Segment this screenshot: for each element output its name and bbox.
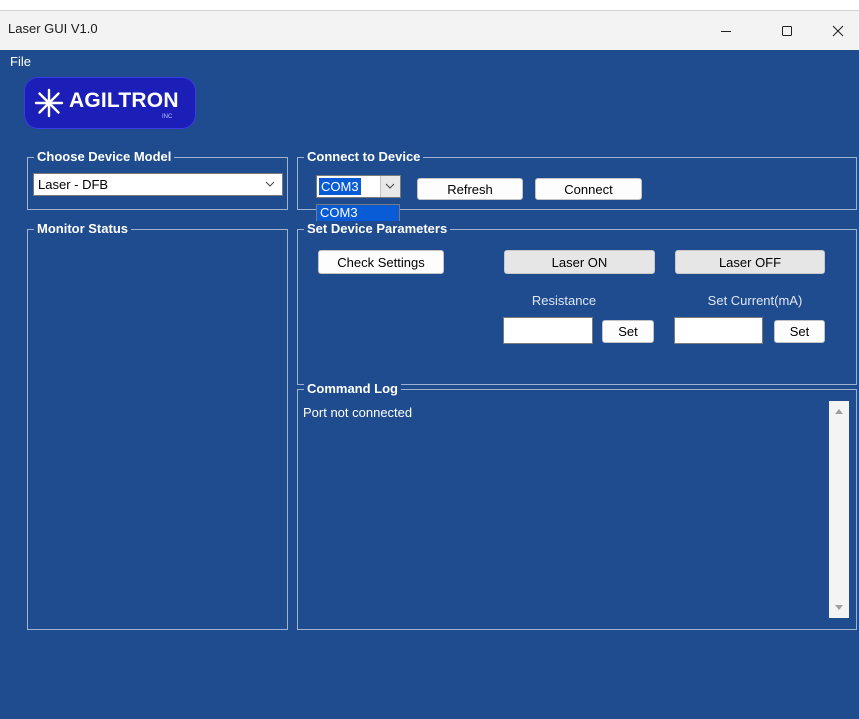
chevron-down-icon (265, 181, 275, 187)
connect-label: Connect to Device (304, 149, 424, 165)
port-option[interactable]: COM3 (317, 205, 399, 221)
port-select[interactable]: COM3 (316, 175, 401, 198)
resistance-label: Resistance (531, 293, 597, 308)
window-title: Laser GUI V1.0 (8, 21, 98, 36)
port-dropdown-button[interactable] (380, 176, 400, 197)
star-burst-icon (34, 88, 64, 118)
agiltron-logo: AGILTRON INC (24, 77, 196, 129)
device-model-select[interactable]: Laser - DFB (33, 173, 283, 196)
command-log-scrollbar[interactable] (829, 401, 849, 618)
laser-on-button[interactable]: Laser ON (504, 250, 655, 274)
current-label: Set Current(mA) (707, 293, 803, 308)
close-icon (832, 25, 844, 36)
check-settings-button[interactable]: Check Settings (318, 250, 444, 274)
menu-bar: File (0, 49, 859, 71)
connect-button[interactable]: Connect (535, 178, 642, 200)
title-bar: Laser GUI V1.0 (0, 10, 859, 50)
chevron-down-icon (385, 183, 395, 189)
maximize-icon (782, 25, 792, 36)
scroll-up-arrow-icon[interactable] (834, 407, 844, 415)
minimize-icon (721, 30, 731, 32)
monitor-status-group: Monitor Status (27, 221, 288, 630)
device-parameters-label: Set Device Parameters (304, 221, 451, 237)
close-button[interactable] (815, 11, 859, 50)
command-log-group: Command Log (297, 381, 857, 630)
device-model-label: Choose Device Model (34, 149, 175, 165)
monitor-status-label: Monitor Status (34, 221, 131, 237)
current-set-button[interactable]: Set (774, 320, 825, 343)
port-dropdown-list: COM3 (316, 204, 400, 222)
device-model-value: Laser - DFB (38, 177, 109, 192)
current-input[interactable] (674, 317, 763, 344)
logo-subtext: INC (162, 114, 173, 120)
menu-file[interactable]: File (10, 54, 31, 69)
command-log-text: Port not connected (303, 405, 413, 420)
maximize-button[interactable] (764, 11, 810, 50)
minimize-button[interactable] (703, 11, 749, 50)
resistance-set-button[interactable]: Set (602, 320, 654, 343)
logo-text: AGILTRON (69, 89, 179, 112)
scroll-down-arrow-icon[interactable] (834, 604, 844, 612)
port-selected-value: COM3 (319, 178, 361, 195)
command-log-label: Command Log (304, 381, 401, 397)
refresh-button[interactable]: Refresh (417, 178, 523, 200)
laser-off-button[interactable]: Laser OFF (675, 250, 825, 274)
resistance-input[interactable] (503, 317, 593, 344)
app-window: Laser GUI V1.0 File AGILTRON INC Choose … (0, 10, 859, 719)
